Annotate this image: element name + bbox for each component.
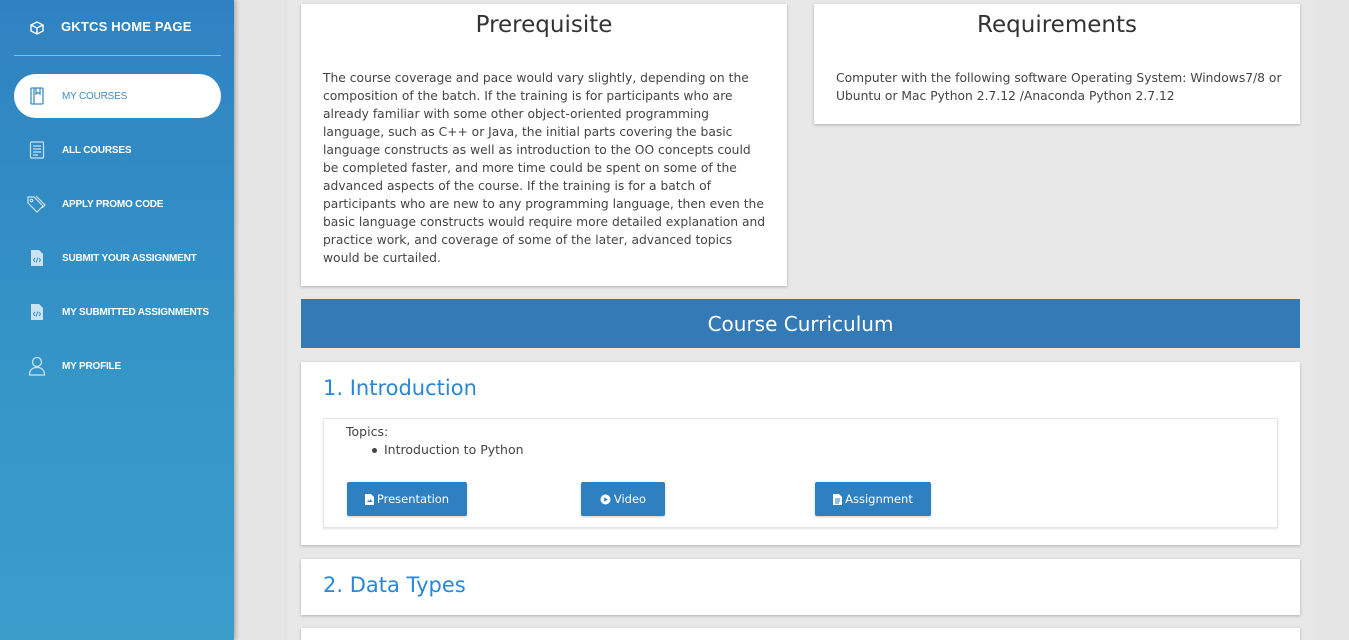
cube-icon xyxy=(27,20,47,35)
presentation-button-label: Presentation xyxy=(376,492,450,506)
requirements-title: Requirements xyxy=(977,12,1137,38)
tag-icon xyxy=(26,195,48,213)
sidebar-item-my-submitted-assignments[interactable]: MY SUBMITTED ASSIGNMENTS xyxy=(14,290,221,334)
assignment-button[interactable]: Assignment xyxy=(815,482,931,516)
sidebar-item-label: ALL COURSES xyxy=(62,144,132,156)
play-circle-icon xyxy=(600,494,611,505)
sidebar-item-label: MY PROFILE xyxy=(62,360,121,372)
sidebar-item-my-profile[interactable]: MY PROFILE xyxy=(14,344,221,388)
module-title[interactable]: 2. Data Types xyxy=(323,573,466,597)
sidebar-item-my-courses[interactable]: MY COURSES xyxy=(14,74,221,118)
sidebar-item-apply-promo-code[interactable]: APPLY PROMO CODE xyxy=(14,182,221,226)
topics-panel: Topics: Introduction to Python Presentat… xyxy=(323,418,1278,528)
presentation-button[interactable]: Presentation xyxy=(347,482,467,516)
sidebar-item-label: APPLY PROMO CODE xyxy=(62,198,164,210)
video-button[interactable]: Video xyxy=(581,482,665,516)
assignment-button-label: Assignment xyxy=(845,492,913,506)
topics-label: Topics: xyxy=(346,424,389,439)
prerequisite-title: Prerequisite xyxy=(475,12,613,38)
video-button-label: Video xyxy=(613,492,647,506)
module-card-introduction: 1. Introduction Topics: Introduction to … xyxy=(301,362,1300,545)
sidebar-item-label: MY COURSES xyxy=(62,90,128,102)
module-card-data-types: 2. Data Types xyxy=(301,559,1300,615)
module-title[interactable]: 1. Introduction xyxy=(323,376,477,400)
document-list-icon xyxy=(26,141,48,159)
course-curriculum-header: Course Curriculum xyxy=(301,299,1300,348)
brand-link[interactable]: GKTCS HOME PAGE xyxy=(14,0,221,56)
sidebar-item-submit-assignment[interactable]: SUBMIT YOUR ASSIGNMENT xyxy=(14,236,221,280)
brand-label: GKTCS HOME PAGE xyxy=(61,18,192,34)
requirements-text: Computer with the following software Ope… xyxy=(836,71,1282,103)
prerequisite-card: Prerequisite The course coverage and pac… xyxy=(301,4,787,286)
requirements-card: Requirements Computer with the following… xyxy=(814,4,1300,124)
prerequisite-text: The course coverage and pace would vary … xyxy=(323,71,766,265)
module-card-next xyxy=(301,628,1300,640)
file-text-icon xyxy=(833,493,843,505)
sidebar-item-all-courses[interactable]: ALL COURSES xyxy=(14,128,221,172)
book-icon xyxy=(26,87,48,105)
topic-list-item: Introduction to Python xyxy=(372,442,524,457)
code-file-icon xyxy=(26,303,48,321)
sidebar-item-label: MY SUBMITTED ASSIGNMENTS xyxy=(62,306,209,318)
user-icon xyxy=(26,356,48,376)
file-image-icon xyxy=(364,493,374,505)
sidebar: GKTCS HOME PAGE MY COURSES ALL COURSES A… xyxy=(0,0,234,640)
code-file-icon xyxy=(26,249,48,267)
sidebar-item-label: SUBMIT YOUR ASSIGNMENT xyxy=(62,252,197,264)
